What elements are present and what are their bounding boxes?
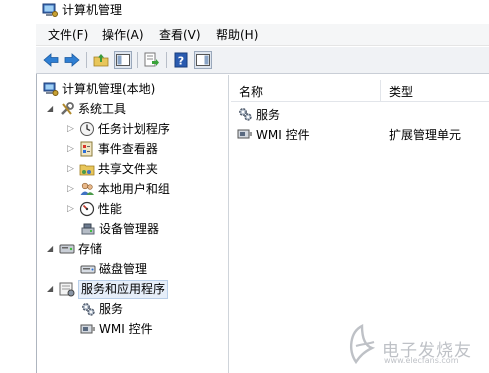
menu-view[interactable]: 查看(V) [159,28,201,42]
tree-label: 磁盘管理 [99,261,148,276]
window-title: 计算机管理 [62,3,123,17]
tree-label: 系统工具 [78,101,127,116]
tree-item-event-viewer[interactable]: ▷ 事件查看器 [67,139,158,159]
tree-item-device-manager[interactable]: 设备管理器 [80,219,159,239]
show-action-pane-button[interactable] [194,51,212,69]
tree-label: 任务计划程序 [97,121,170,136]
users-icon [80,182,94,195]
tree-label: 本地用户和组 [97,181,170,196]
clock-icon [79,122,94,136]
performance-icon [79,201,95,217]
shared-folder-icon [79,164,95,176]
console-tree: 计算机管理(本地) ◢ 系统工具 ▷ 任务计划程序 ▷ 事件查看器 ▷ 共享文件… [37,75,229,373]
tree-label: 存储 [78,241,103,256]
tree-item-services-apps[interactable]: ◢ 服务和应用程序 [47,279,169,299]
show-hide-tree-button[interactable] [114,51,132,69]
help-icon: ? [174,52,188,68]
gear-icon [82,303,95,316]
tree-item-disk-management[interactable]: 磁盘管理 [80,259,147,279]
tree-item-root[interactable]: 计算机管理(本地) [43,79,155,99]
console-tree-icon [116,54,130,66]
tree-item-local-users[interactable]: ▷ 本地用户和组 [67,179,170,199]
title-bar: 计算机管理 [36,0,489,22]
wmi-control-icon [80,324,95,334]
watermark-url: www.elecfans.com [384,356,459,365]
gear-icon [239,108,252,121]
column-header-type[interactable]: 类型 [381,80,489,102]
expand-arrow-icon[interactable]: ▷ [67,204,74,214]
tools-icon [61,102,74,115]
toolbar-separator [166,52,167,68]
help-button[interactable]: ? [172,51,190,69]
export-list-icon [144,52,159,67]
back-button[interactable] [42,51,60,69]
collapse-arrow-icon[interactable]: ◢ [47,245,55,253]
tree-item-services[interactable]: 服务 [80,299,123,319]
folder-up-icon [93,54,109,67]
expand-arrow-icon[interactable]: ▷ [67,184,74,194]
forward-arrow-icon [64,53,80,67]
menu-help[interactable]: 帮助(H) [216,28,258,42]
disk-management-icon [80,265,96,274]
back-arrow-icon [43,53,59,67]
svg-text:?: ? [178,55,184,68]
toolbar-separator [137,52,138,68]
forward-button[interactable] [63,51,81,69]
toolbar: ? [36,47,489,74]
toolbar-separator [86,52,87,68]
collapse-arrow-icon[interactable]: ◢ [47,105,55,113]
tree-label: WMI 控件 [99,321,153,336]
tree-item-task-scheduler[interactable]: ▷ 任务计划程序 [67,119,170,139]
tree-label: 事件查看器 [97,141,158,156]
list-item-name: WMI 控件 [256,127,310,142]
expand-arrow-icon[interactable]: ▷ [67,164,74,174]
list-item[interactable]: 服务 [237,104,487,124]
tree-label: 设备管理器 [99,221,160,236]
column-header-name[interactable]: 名称 [231,80,381,102]
menu-bar: 文件(F) 操作(A) 查看(V) 帮助(H) [36,24,489,46]
tree-label: 服务和应用程序 [78,279,169,299]
tree-item-wmi[interactable]: WMI 控件 [80,319,153,339]
tree-label: 服务 [99,301,124,316]
column-header-label: 名称 [239,85,264,99]
computer-management-icon [43,82,59,96]
tree-label: 共享文件夹 [97,161,158,176]
column-header-label: 类型 [389,85,414,99]
list-item-type: 扩展管理单元 [389,127,462,142]
services-apps-icon [59,282,75,297]
up-level-button[interactable] [92,51,110,69]
computer-management-window: 计算机管理 文件(F) 操作(A) 查看(V) 帮助(H) ? 计算机管理(本地… [0,0,489,373]
tree-item-shared-folders[interactable]: ▷ 共享文件夹 [67,159,158,179]
device-manager-icon [81,223,95,235]
tree-label: 性能 [97,201,122,216]
collapse-arrow-icon[interactable]: ◢ [47,285,55,293]
event-viewer-icon [80,141,93,157]
storage-icon [59,244,75,254]
menu-action[interactable]: 操作(A) [102,28,144,42]
tree-item-performance[interactable]: ▷ 性能 [67,199,122,219]
list-item[interactable]: WMI 控件 扩展管理单元 [237,124,487,144]
watermark: 电子发烧友 www.elecfans.com [338,320,488,370]
list-item-name: 服务 [256,107,281,122]
computer-management-icon [42,3,58,17]
watermark-logo-icon [350,324,376,365]
menu-file[interactable]: 文件(F) [48,28,88,42]
action-pane-icon [196,54,210,66]
wmi-control-icon [237,129,252,139]
tree-item-system-tools[interactable]: ◢ 系统工具 [47,99,126,119]
tree-label: 计算机管理(本地) [62,81,156,96]
expand-arrow-icon[interactable]: ▷ [67,144,74,154]
export-list-button[interactable] [143,51,161,69]
expand-arrow-icon[interactable]: ▷ [67,124,74,134]
tree-item-storage[interactable]: ◢ 存储 [47,239,102,259]
